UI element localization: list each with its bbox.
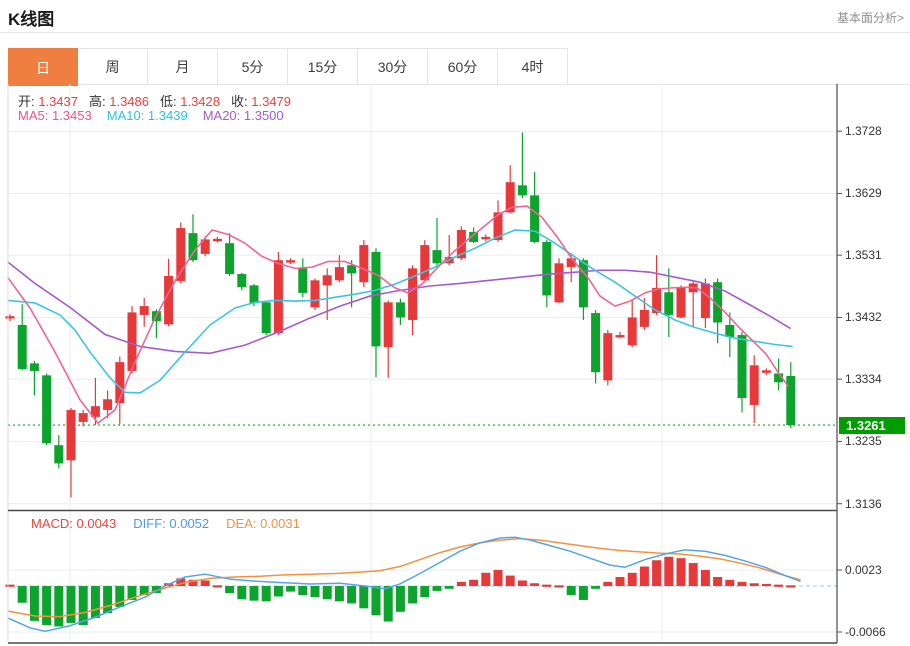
macd-bar bbox=[213, 585, 222, 587]
macd-bar bbox=[555, 585, 564, 587]
macd-bar bbox=[335, 586, 344, 601]
macd-bar bbox=[750, 583, 759, 586]
kline-page: { "header": { "title": "K线图", "link_labe… bbox=[0, 0, 910, 646]
macd-bar bbox=[469, 580, 478, 586]
macd-bar bbox=[652, 560, 661, 586]
macd-bar bbox=[786, 585, 795, 587]
macd-bar bbox=[713, 577, 722, 586]
macd-bar bbox=[67, 586, 76, 623]
macd-bar bbox=[372, 586, 381, 615]
macd-bar bbox=[518, 580, 527, 586]
macd-bar bbox=[567, 586, 576, 595]
macd-bar bbox=[603, 582, 612, 586]
macd-bar bbox=[54, 586, 63, 626]
macd-bar bbox=[762, 584, 771, 586]
macd-bar bbox=[445, 586, 454, 589]
macd-bar bbox=[286, 586, 295, 592]
macd-bar bbox=[274, 586, 283, 596]
macd-bar bbox=[237, 586, 246, 599]
macd-bar bbox=[689, 563, 698, 586]
macd-bar bbox=[616, 577, 625, 586]
macd-bar bbox=[103, 586, 112, 613]
current-price-badge: 1.3261 bbox=[839, 417, 905, 434]
macd-bar bbox=[579, 586, 588, 600]
macd-bar bbox=[298, 586, 307, 595]
macd-bar bbox=[542, 585, 551, 587]
macd-bar bbox=[774, 585, 783, 587]
macd-bar bbox=[494, 570, 503, 586]
macd-bar bbox=[201, 580, 210, 586]
macd-bar bbox=[457, 582, 466, 586]
macd-bar bbox=[225, 586, 234, 593]
macd-bar bbox=[433, 586, 442, 591]
macd-bar bbox=[359, 586, 368, 608]
macd-bar bbox=[18, 586, 27, 603]
kline-chart-plot[interactable] bbox=[0, 0, 910, 646]
macd-bar bbox=[311, 586, 320, 597]
macd-histogram bbox=[6, 557, 796, 627]
macd-bar bbox=[396, 586, 405, 612]
macd-bar bbox=[408, 586, 417, 603]
macd-bar bbox=[79, 586, 88, 625]
macd-bar bbox=[738, 582, 747, 586]
macd-bar bbox=[591, 586, 600, 589]
macd-bar bbox=[701, 570, 710, 586]
macd-bar bbox=[640, 567, 649, 587]
macd-bar bbox=[677, 558, 686, 586]
macd-bar bbox=[250, 586, 259, 601]
macd-bar bbox=[384, 586, 393, 622]
macd-bar bbox=[420, 586, 429, 597]
macd-bar bbox=[481, 573, 490, 586]
macd-bar bbox=[530, 583, 539, 586]
macd-bar bbox=[42, 586, 51, 625]
macd-bar bbox=[664, 557, 673, 586]
macd-bar bbox=[6, 585, 15, 587]
macd-bar bbox=[323, 586, 332, 599]
macd-bar bbox=[347, 586, 356, 603]
macd-bar bbox=[628, 573, 637, 586]
macd-bar bbox=[91, 586, 100, 618]
macd-bar bbox=[506, 576, 515, 586]
macd-bar bbox=[725, 580, 734, 586]
macd-bar bbox=[262, 586, 271, 601]
